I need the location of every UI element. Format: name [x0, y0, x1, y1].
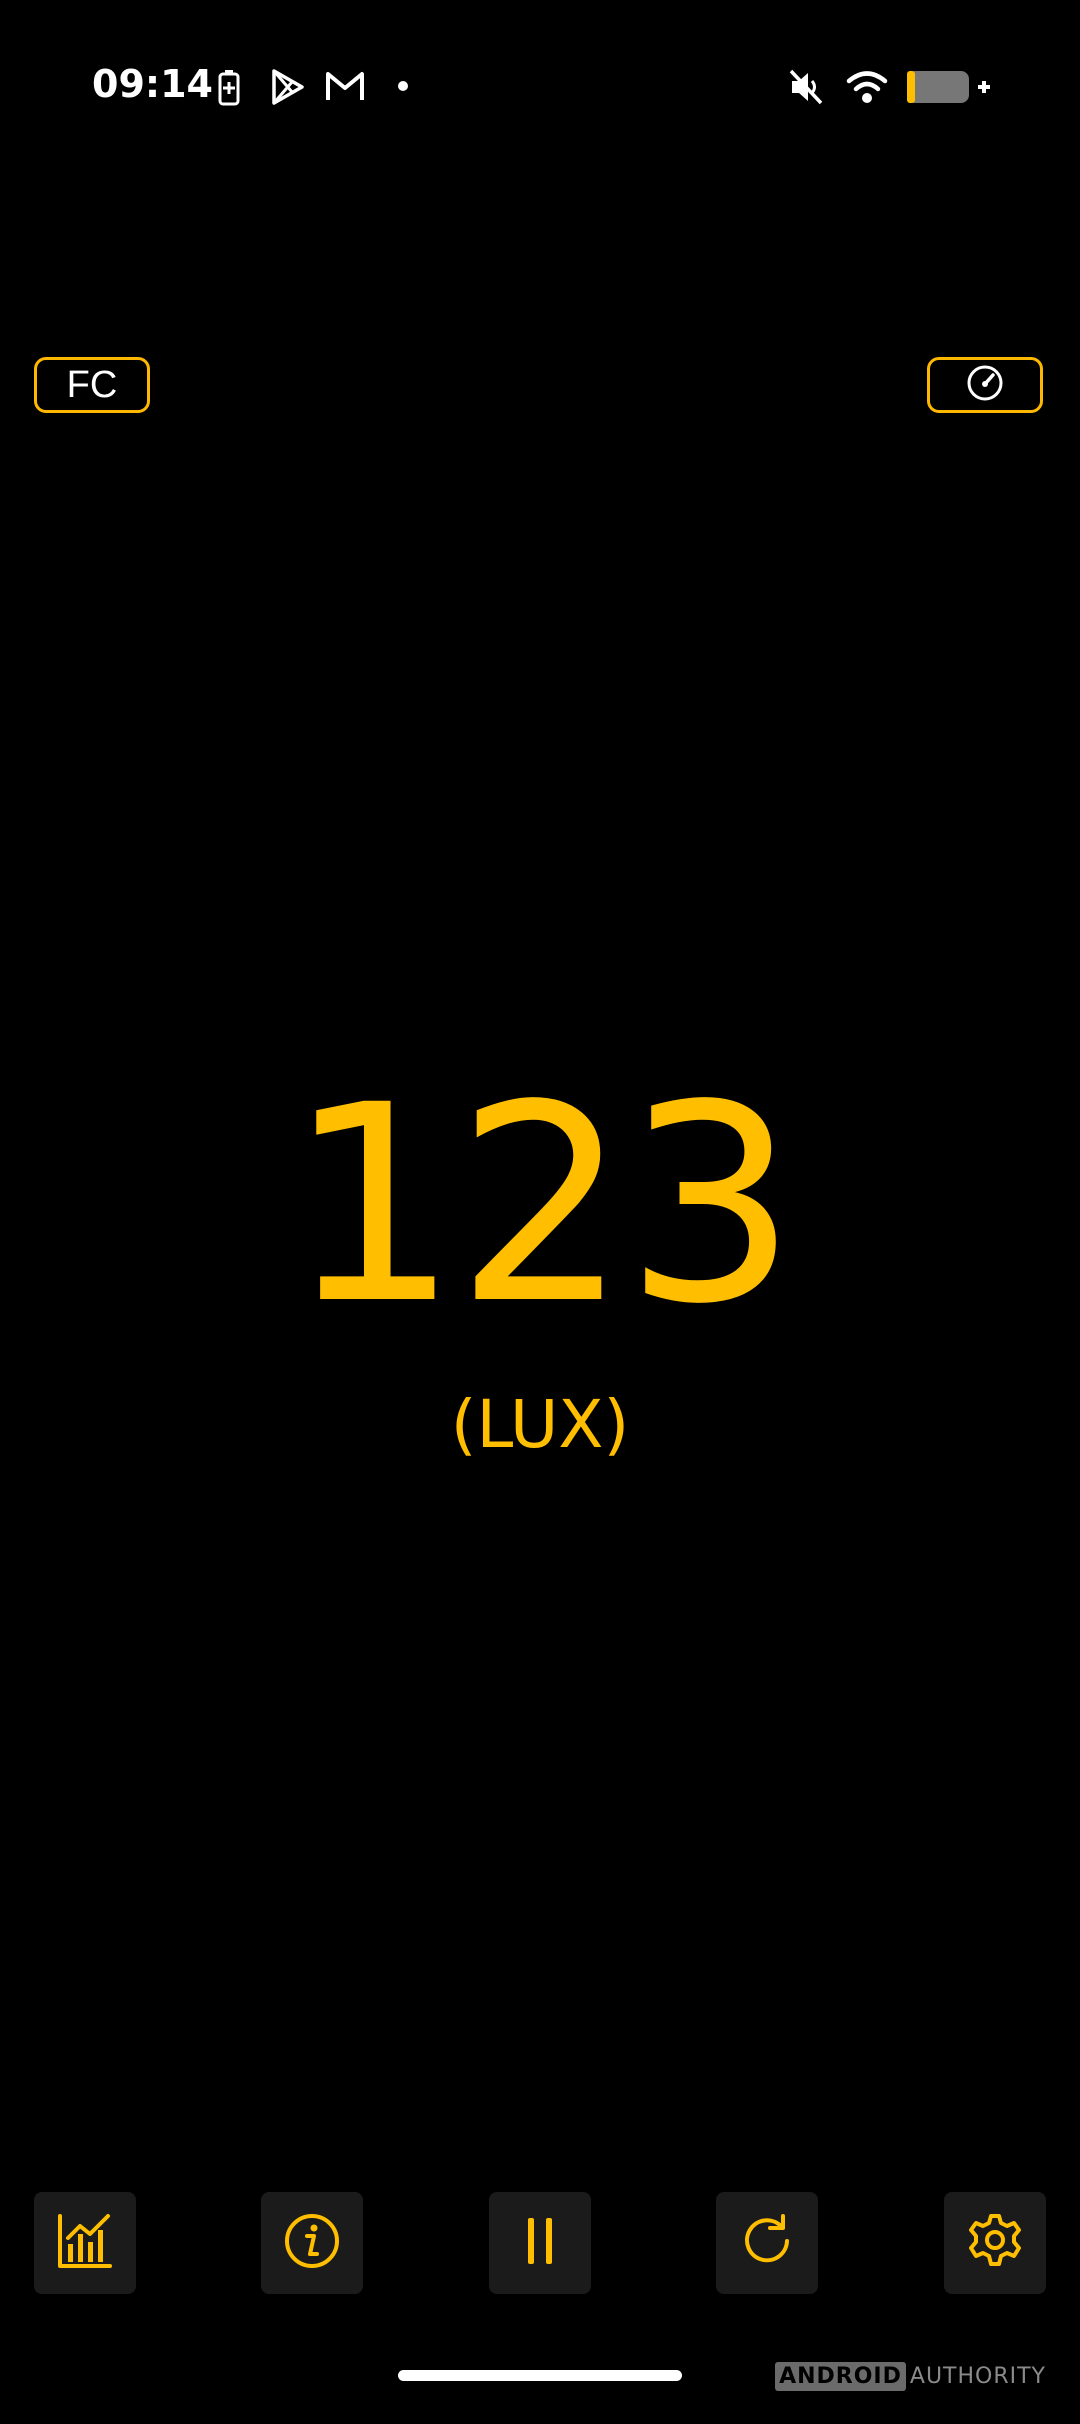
- info-icon: [283, 2212, 341, 2275]
- lux-reading: 123: [286, 1048, 797, 1364]
- wifi-icon: [846, 68, 888, 114]
- settings-icon: [966, 2212, 1024, 2275]
- unit-toggle-button[interactable]: FC: [34, 357, 150, 413]
- unit-toggle-label: FC: [66, 364, 118, 406]
- pause-icon: [520, 2212, 560, 2275]
- battery-charging-icon: [906, 68, 990, 114]
- refresh-button[interactable]: [716, 2192, 818, 2294]
- status-time: 09:14: [92, 62, 213, 106]
- status-bar: 09:14: [0, 0, 1080, 175]
- gauge-button[interactable]: [927, 357, 1043, 413]
- chart-button[interactable]: [34, 2192, 136, 2294]
- pause-button[interactable]: [489, 2192, 591, 2294]
- gauge-icon: [965, 363, 1005, 408]
- info-button[interactable]: [261, 2192, 363, 2294]
- unit-label: (LUX): [450, 1386, 630, 1463]
- watermark-part2: AUTHORITY: [909, 2364, 1046, 2389]
- refresh-icon: [738, 2212, 796, 2275]
- watermark: ANDROID AUTHORITY: [775, 2362, 1046, 2391]
- settings-button[interactable]: [944, 2192, 1046, 2294]
- watermark-part1: ANDROID: [775, 2362, 906, 2391]
- notification-dot-icon: [397, 80, 409, 126]
- bottom-toolbar: [0, 2192, 1080, 2294]
- play-store-icon: [270, 68, 306, 114]
- chart-icon: [56, 2212, 114, 2275]
- home-gesture-bar[interactable]: [398, 2370, 682, 2381]
- gmail-icon: [325, 70, 365, 116]
- mute-icon: [788, 68, 824, 114]
- battery-saver-icon: [218, 70, 240, 116]
